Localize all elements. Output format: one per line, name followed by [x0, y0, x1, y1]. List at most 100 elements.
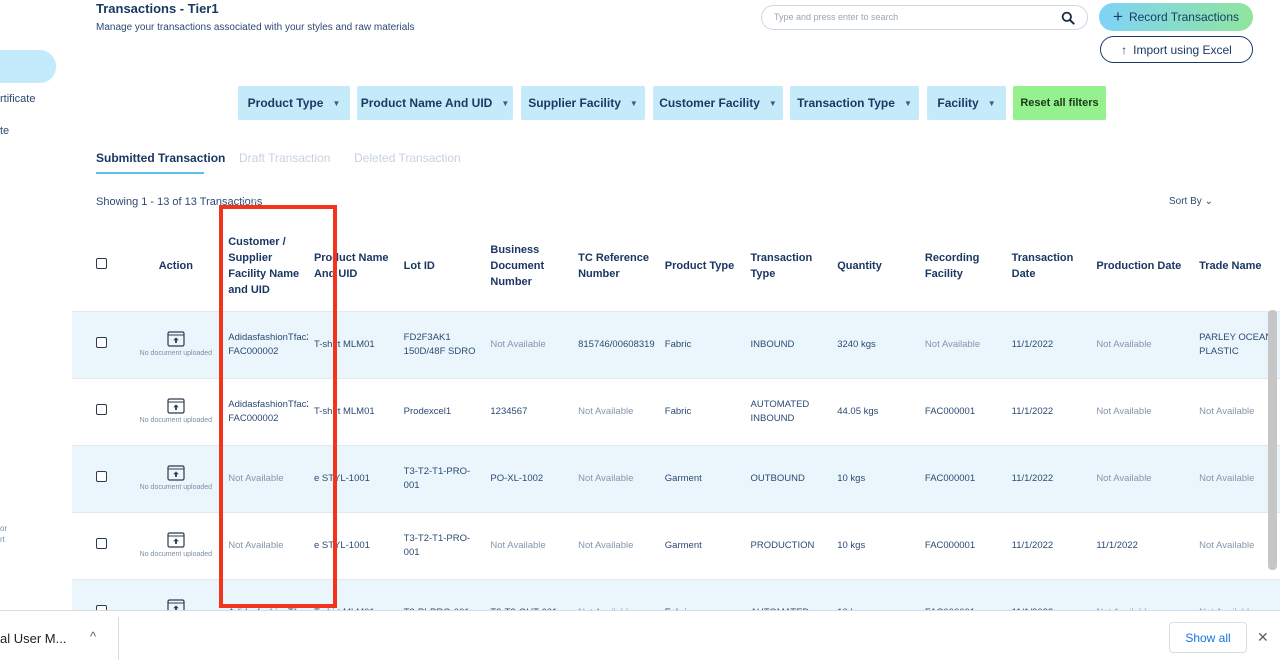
cell-tdate: 11/1/2022 [1005, 512, 1091, 580]
cell-trade: Not Available [1193, 579, 1280, 610]
search-box[interactable] [761, 5, 1088, 30]
tab-submitted[interactable]: Submitted Transaction [96, 151, 225, 165]
caret-down-icon: ▼ [501, 98, 510, 108]
upload-document-action[interactable]: No document uploaded [135, 599, 216, 610]
cell-recfac: FAC000001 [918, 378, 1006, 446]
caret-down-icon: ▼ [768, 98, 777, 108]
cell-trade: Not Available [1193, 378, 1280, 446]
cell-tc: Not Available [572, 579, 659, 610]
sidebar-footer-line2: rt [0, 535, 5, 544]
row-checkbox[interactable] [96, 336, 107, 348]
upload-document-action[interactable]: No document uploaded [135, 331, 216, 358]
cell-tdate: 11/1/2022 [1005, 311, 1091, 379]
filter-facility[interactable]: Facility ▼ [927, 86, 1006, 120]
cell-pdate: Not Available [1090, 445, 1194, 513]
cell-lot: T3-T2-T1-PRO-001 [397, 445, 485, 513]
cell-ptype: Fabric [658, 378, 745, 446]
search-input[interactable] [774, 12, 1054, 22]
filter-label: Transaction Type [797, 96, 895, 110]
row-checkbox[interactable] [96, 470, 107, 482]
col-transaction-type[interactable]: Transaction Type [744, 222, 832, 312]
upload-icon[interactable] [167, 398, 185, 414]
col-production-date[interactable]: Production Date [1090, 222, 1194, 312]
col-action: Action [129, 222, 223, 312]
col-transaction-date[interactable]: Transaction Date [1005, 222, 1091, 312]
filter-transaction-type[interactable]: Transaction Type ▼ [790, 86, 919, 120]
cell-pdate: 11/1/2022 [1090, 512, 1194, 580]
no-document-label: No document uploaded [139, 350, 213, 357]
filter-label: Facility [937, 96, 979, 110]
no-document-label: No document uploaded [139, 484, 213, 491]
cell-recfac: FAC000001 [918, 512, 1006, 580]
filter-product-name[interactable]: Product Name And UID ▼ [357, 86, 513, 120]
col-lot-id[interactable]: Lot ID [397, 222, 485, 312]
search-icon[interactable] [1061, 11, 1075, 25]
cell-tc: Not Available [572, 445, 659, 513]
cell-trade: Not Available [1193, 512, 1280, 580]
upload-document-action[interactable]: No document uploaded [135, 532, 216, 559]
cell-lot: FD2F3AK1 150D/48F SDRO [397, 311, 485, 379]
cell-qty: 10 kgs [831, 512, 919, 580]
sidebar-item-te[interactable]: te [0, 125, 9, 137]
tab-draft[interactable]: Draft Transaction [239, 151, 330, 165]
filter-label: Customer Facility [659, 96, 760, 110]
col-tc-reference[interactable]: TC Reference Number [572, 222, 659, 312]
chevron-up-icon[interactable]: ^ [90, 629, 96, 644]
caret-down-icon: ▼ [903, 98, 912, 108]
cell-recfac: Not Available [918, 311, 1006, 379]
sort-by-label: Sort By [1169, 196, 1202, 207]
col-trade-name[interactable]: Trade Name [1193, 222, 1280, 312]
download-file-name[interactable]: al User M... [0, 631, 66, 646]
sort-by-dropdown[interactable]: Sort By ⌄ [1169, 196, 1213, 207]
cell-tc: Not Available [572, 378, 659, 446]
page-title: Transactions - Tier1 [96, 1, 219, 16]
row-checkbox[interactable] [96, 537, 107, 549]
select-all-checkbox[interactable] [96, 258, 107, 270]
row-checkbox[interactable] [96, 403, 107, 415]
col-product-type[interactable]: Product Type [658, 222, 745, 312]
caret-down-icon: ▼ [332, 98, 341, 108]
filter-supplier-facility[interactable]: Supplier Facility ▼ [521, 86, 645, 120]
cell-ptype: Garment [658, 445, 745, 513]
sidebar-active-item[interactable] [0, 50, 56, 83]
upload-icon[interactable] [167, 532, 185, 548]
upload-document-action[interactable]: No document uploaded [135, 465, 216, 492]
reset-filters-button[interactable]: Reset all filters [1013, 86, 1106, 120]
tab-deleted[interactable]: Deleted Transaction [354, 151, 461, 165]
cell-ttype: AUTOMATED INBOUND [744, 378, 832, 446]
cell-qty: 10 kgs [831, 579, 919, 610]
caret-down-icon: ▼ [987, 98, 996, 108]
cell-business: Not Available [484, 311, 573, 379]
no-document-label: No document uploaded [139, 551, 213, 558]
sidebar-item-certificate[interactable]: rtificate [0, 93, 35, 105]
filter-label: Product Type [247, 96, 324, 110]
cell-lot: Prodexcel1 [397, 378, 485, 446]
scrollbar[interactable] [1268, 310, 1277, 570]
upload-document-action[interactable]: No document uploaded [135, 398, 216, 425]
upload-icon[interactable] [167, 599, 185, 610]
col-quantity[interactable]: Quantity [831, 222, 919, 312]
cell-qty: 10 kgs [831, 445, 919, 513]
filter-product-type[interactable]: Product Type ▼ [238, 86, 350, 120]
filter-label: Supplier Facility [528, 96, 621, 110]
plus-icon: + [1113, 7, 1123, 26]
sidebar-footer-line1: or [0, 524, 8, 533]
import-excel-button[interactable]: ↑ Import using Excel [1100, 36, 1253, 63]
show-all-button[interactable]: Show all [1169, 622, 1247, 653]
col-recording-facility[interactable]: Recording Facility [918, 222, 1006, 312]
cell-business: PO-XL-1002 [484, 445, 573, 513]
record-transactions-button[interactable]: + Record Transactions [1099, 3, 1253, 31]
caret-down-icon: ▼ [629, 98, 638, 108]
sidebar: rtificate te or rt [0, 0, 72, 610]
close-icon[interactable]: ✕ [1257, 629, 1269, 646]
filter-customer-facility[interactable]: Customer Facility ▼ [653, 86, 783, 120]
cell-ttype: OUTBOUND [744, 445, 832, 513]
cell-trade: Not Available [1193, 445, 1280, 513]
col-business-doc[interactable]: Business Document Number [484, 222, 573, 312]
cell-qty: 44.05 kgs [831, 378, 919, 446]
cell-lot: T3-T2-T1-PRO-001 [397, 512, 485, 580]
cell-ttype: INBOUND [744, 311, 832, 379]
upload-icon[interactable] [167, 465, 185, 481]
cell-lot: T3-PI-PRO-001 [397, 579, 485, 610]
upload-icon[interactable] [167, 331, 185, 347]
